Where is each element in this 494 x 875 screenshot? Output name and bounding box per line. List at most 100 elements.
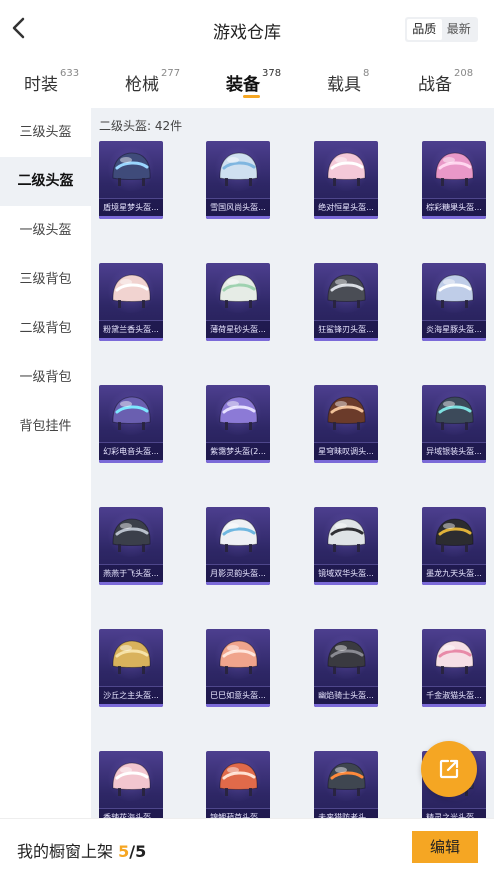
tab-guns[interactable]: 枪械277 [125,68,180,95]
tab-vehicles[interactable]: 载具8 [327,68,369,95]
rarity-bar [206,460,270,463]
sidebar-item-level2-backpack[interactable]: 二级背包 [0,304,91,353]
item-card[interactable]: 薄荷星砂头盔... [206,263,270,341]
item-name: 镜域双华头盔... [314,564,378,582]
rarity-bar [422,582,486,585]
helmet-icon [112,640,151,674]
item-name: 幽焰骑士头盔... [314,686,378,704]
item-card[interactable]: 燕燕于飞头盔... [99,507,163,585]
item-card[interactable]: 星穹昧叹调头... [314,385,378,463]
item-card[interactable]: 墨龙九天头盔... [422,507,486,585]
item-card[interactable]: 沙丘之主头盔... [99,629,163,707]
helmet-icon [327,640,366,674]
tab-label: 载具 [327,75,361,95]
item-name: 炎海星豚头盔... [422,320,486,338]
sidebar-item-level2-helmet[interactable]: 二级头盔 [0,157,91,206]
item-card[interactable]: 狂鲨锋刃头盔... [314,263,378,341]
showcase-current: 5 [118,842,130,861]
sidebar-item-backpack-charm[interactable]: 背包挂件 [0,402,91,451]
sidebar-item-level3-helmet[interactable]: 三级头盔 [0,108,91,157]
item-card[interactable]: 月影灵韵头盔... [206,507,270,585]
tab-fashion[interactable]: 时装633 [24,68,80,95]
sort-toggle: 品质 最新 [405,17,478,42]
item-name: 千金淑猫头盔... [422,686,486,704]
rarity-bar [206,338,270,341]
item-card[interactable]: 巳巳如意头盔... [206,629,270,707]
rarity-bar [422,338,486,341]
share-button[interactable] [421,741,477,797]
item-card[interactable]: 异域银装头盔... [422,385,486,463]
item-name: 燕燕于飞头盔... [99,564,163,582]
item-name: 异域银装头盔... [422,442,486,460]
item-name: 锦鲤葫芦头盔... [206,808,270,818]
helmet-icon [219,396,258,430]
tab-label: 时装 [24,75,58,95]
sort-option-latest[interactable]: 最新 [442,19,477,40]
helmet-icon [327,396,366,430]
item-name: 沙丘之主头盔... [99,686,163,704]
sidebar: 三级头盔 二级头盔 一级头盔 三级背包 二级背包 一级背包 背包挂件 [0,108,91,818]
item-card[interactable]: 紫霭梦头盔(2... [206,385,270,463]
rarity-bar [422,216,486,219]
tab-supplies[interactable]: 战备208 [418,68,473,95]
rarity-bar [99,460,163,463]
item-card[interactable]: 千金淑猫头盔... [422,629,486,707]
tab-equipment[interactable]: 装备378 [226,68,282,95]
item-name: 幻彩电音头盔... [99,442,163,460]
helmet-icon [112,396,151,430]
sidebar-item-level3-backpack[interactable]: 三级背包 [0,255,91,304]
helmet-icon [435,274,474,308]
item-name: 香辣花海头盔... [99,808,163,818]
item-card[interactable]: 未来猎防者头... [314,751,378,818]
tab-count: 378 [262,68,282,79]
item-name: 墨龙九天头盔... [422,564,486,582]
sidebar-item-level1-helmet[interactable]: 一级头盔 [0,206,91,255]
item-name: 星穹昧叹调头... [314,442,378,460]
helmet-icon [112,762,151,796]
item-card[interactable]: 粉黛兰香头盔... [99,263,163,341]
item-card[interactable]: 棕彩糖果头盔... [422,141,486,219]
section-label: 二级头盔: 42件 [99,119,183,133]
item-card[interactable]: 镜域双华头盔... [314,507,378,585]
tab-count: 633 [60,68,80,79]
helmet-icon [327,518,366,552]
item-name: 未来猎防者头... [314,808,378,818]
rarity-bar [206,582,270,585]
item-card[interactable]: 盾境星梦头盔... [99,141,163,219]
sort-option-quality[interactable]: 品质 [407,19,442,40]
rarity-bar [99,216,163,219]
tab-label: 战备 [418,75,452,95]
helmet-icon [435,396,474,430]
item-card[interactable]: 香辣花海头盔... [99,751,163,818]
item-card[interactable]: 幻彩电音头盔... [99,385,163,463]
rarity-bar [422,460,486,463]
helmet-icon [219,762,258,796]
showcase-total: 5 [135,842,147,861]
item-name: 绝对恒星头盔... [314,198,378,216]
showcase-label: 我的橱窗上架 [17,842,114,861]
item-name: 紫霭梦头盔(2... [206,442,270,460]
item-card[interactable]: 幽焰骑士头盔... [314,629,378,707]
rarity-bar [314,582,378,585]
showcase-status: 我的橱窗上架 5/5 [17,838,146,862]
rarity-bar [206,704,270,707]
item-grid-panel: 二级头盔: 42件 盾境星梦头盔... 雪国风尚头盔... 绝对恒星头盔... 棕彩糖… [91,108,494,818]
item-name: 棕彩糖果头盔... [422,198,486,216]
external-link-icon [439,759,459,779]
item-card[interactable]: 炎海星豚头盔... [422,263,486,341]
footer-bar: 我的橱窗上架 5/5 编辑 [0,818,494,875]
item-name: 狂鲨锋刃头盔... [314,320,378,338]
rarity-bar [99,704,163,707]
helmet-icon [435,518,474,552]
helmet-icon [112,152,151,186]
sidebar-item-level1-backpack[interactable]: 一级背包 [0,353,91,402]
item-name: 雪国风尚头盔... [206,198,270,216]
rarity-bar [422,704,486,707]
helmet-icon [327,152,366,186]
item-card[interactable]: 绝对恒星头盔... [314,141,378,219]
edit-button[interactable]: 编辑 [412,831,478,863]
item-card[interactable]: 锦鲤葫芦头盔... [206,751,270,818]
helmet-icon [327,274,366,308]
helmet-icon [219,518,258,552]
item-card[interactable]: 雪国风尚头盔... [206,141,270,219]
